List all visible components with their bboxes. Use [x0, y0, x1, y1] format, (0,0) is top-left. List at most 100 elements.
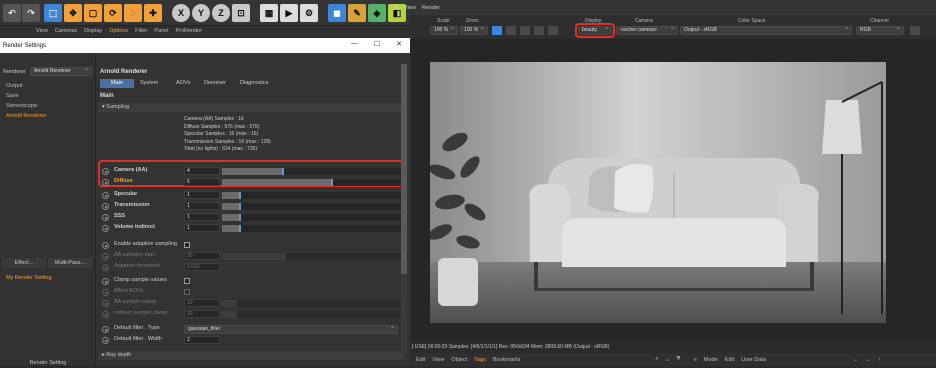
rotate-icon[interactable]: ⟳: [104, 4, 122, 22]
menu-mode[interactable]: Mode: [704, 357, 718, 363]
live-selection-icon[interactable]: ◌: [124, 4, 142, 22]
menu-view[interactable]: View: [432, 357, 444, 363]
menu-cameras[interactable]: Cameras: [55, 28, 77, 34]
param-value-field[interactable]: 4: [184, 167, 220, 175]
cube-icon[interactable]: ◼: [328, 4, 346, 22]
keyframe-radio[interactable]: [102, 214, 109, 221]
grid-icon[interactable]: [506, 26, 516, 35]
clamp-checkbox[interactable]: [184, 278, 190, 284]
menu-display[interactable]: Display: [84, 28, 102, 34]
z-axis-icon[interactable]: Z: [212, 4, 230, 22]
slider-handle[interactable]: [331, 179, 334, 186]
aa-max-slider[interactable]: [222, 253, 406, 260]
param-slider[interactable]: [222, 203, 406, 210]
camera-dropdown[interactable]: <active camera>: [616, 26, 678, 35]
colorspace-dropdown[interactable]: Output - sRGB: [680, 26, 852, 35]
menu-tags[interactable]: Tags: [474, 357, 486, 363]
tree-item-save[interactable]: Save: [6, 93, 19, 99]
renderer-dropdown[interactable]: Arnold Renderer: [30, 67, 92, 76]
channel-dropdown[interactable]: RGB: [856, 26, 904, 35]
param-value-field[interactable]: 1: [184, 202, 220, 210]
keyframe-radio[interactable]: [102, 192, 109, 199]
subdivision-icon[interactable]: ◈: [368, 4, 386, 22]
close-button[interactable]: ✕: [396, 40, 402, 48]
render-view-icon[interactable]: ▦: [260, 4, 278, 22]
menu-filter[interactable]: Filter: [135, 28, 147, 34]
keyframe-radio[interactable]: [102, 179, 109, 186]
menu-edit[interactable]: Edit: [416, 357, 425, 363]
viewport-menu-view[interactable]: View: [404, 5, 416, 11]
menu-edit-attr[interactable]: Edit: [725, 357, 734, 363]
select-icon[interactable]: ⬚: [44, 4, 62, 22]
up-arrow-icon[interactable]: ↑: [878, 357, 881, 363]
scale-dropdown[interactable]: 100 %: [430, 26, 458, 35]
y-axis-icon[interactable]: Y: [192, 4, 210, 22]
fit-icon[interactable]: [492, 26, 502, 35]
slider-handle[interactable]: [239, 192, 242, 199]
aa-clamp-slider[interactable]: [222, 300, 406, 307]
keyframe-radio[interactable]: [102, 278, 109, 285]
filter-type-dropdown[interactable]: gaussian_filter: [184, 325, 398, 334]
param-value-field[interactable]: 1: [184, 224, 220, 232]
tab-main[interactable]: Main: [100, 79, 134, 88]
adaptive-threshold-field[interactable]: 0.015: [184, 263, 220, 271]
tree-item-arnold-renderer[interactable]: Arnold Renderer: [6, 113, 46, 119]
menu-bookmarks[interactable]: Bookmarks: [493, 357, 521, 363]
keyframe-radio[interactable]: [102, 242, 109, 249]
keyframe-radio[interactable]: [102, 203, 109, 210]
coordinate-icon[interactable]: ⊡: [232, 4, 250, 22]
minimize-button[interactable]: —: [351, 40, 358, 48]
viewport-menu-hamburger-icon[interactable]: ≡: [394, 5, 398, 12]
menu-prorender[interactable]: ProRender: [175, 28, 202, 34]
x-axis-icon[interactable]: X: [172, 4, 190, 22]
indirect-clamp-slider[interactable]: [222, 311, 406, 318]
filter-width-field[interactable]: 2: [184, 336, 220, 344]
render-setting-button[interactable]: Render Setting: [2, 360, 94, 368]
move-icon[interactable]: ✥: [64, 4, 82, 22]
adaptive-checkbox[interactable]: [184, 242, 190, 248]
tab-diagnostics[interactable]: Diagnostics: [236, 79, 272, 88]
redo-icon[interactable]: ↷: [22, 4, 40, 22]
aa-clamp-field[interactable]: 10: [184, 299, 220, 307]
menu-object[interactable]: Object: [451, 357, 467, 363]
keyframe-radio[interactable]: [102, 337, 109, 344]
menu-view[interactable]: View: [36, 28, 48, 34]
add-icon[interactable]: ✚: [144, 4, 162, 22]
render-settings-icon[interactable]: ⚙: [300, 4, 318, 22]
forward-arrow-icon[interactable]: →: [865, 357, 871, 363]
keyframe-radio[interactable]: [102, 225, 109, 232]
keyframe-radio[interactable]: [102, 253, 109, 260]
render-image[interactable]: [430, 62, 886, 323]
keyframe-radio[interactable]: [102, 300, 109, 307]
pen-icon[interactable]: ✎: [348, 4, 366, 22]
slider-handle[interactable]: [239, 225, 242, 232]
search-icon[interactable]: ⌕: [655, 356, 658, 363]
tab-aovs[interactable]: AOVs: [172, 79, 194, 88]
group-sampling[interactable]: ▾ Sampling: [98, 103, 404, 112]
tab-denoiser[interactable]: Denoiser: [200, 79, 230, 88]
back-arrow-icon[interactable]: ←: [853, 357, 859, 363]
keyframe-radio[interactable]: [102, 311, 109, 318]
home-icon[interactable]: ⌂: [665, 357, 668, 363]
param-value-field[interactable]: 6: [184, 178, 220, 186]
keyframe-radio[interactable]: [102, 289, 109, 296]
slider-handle[interactable]: [281, 168, 284, 175]
tab-system[interactable]: System: [136, 79, 162, 88]
param-value-field[interactable]: 1: [184, 213, 220, 221]
menu-user-data[interactable]: User Data: [741, 357, 766, 363]
menu-hamburger-icon[interactable]: ≡: [694, 357, 697, 363]
scale-icon[interactable]: ▢: [84, 4, 102, 22]
param-value-field[interactable]: 1: [184, 191, 220, 199]
menu-panel[interactable]: Panel: [154, 28, 168, 34]
param-slider[interactable]: [222, 168, 406, 175]
zoom-dropdown[interactable]: 100 %: [460, 26, 488, 35]
render-picture-queue-icon[interactable]: ▶: [280, 4, 298, 22]
slider-handle[interactable]: [239, 214, 242, 221]
compare-icon[interactable]: [534, 26, 544, 35]
param-slider[interactable]: [222, 179, 406, 186]
param-slider[interactable]: [222, 225, 406, 232]
multipass-button[interactable]: Multi-Pass...: [48, 258, 92, 268]
slider-handle[interactable]: [239, 203, 242, 210]
my-render-setting-item[interactable]: My Render Setting: [6, 275, 52, 281]
effect-button[interactable]: Effect...: [2, 258, 46, 268]
